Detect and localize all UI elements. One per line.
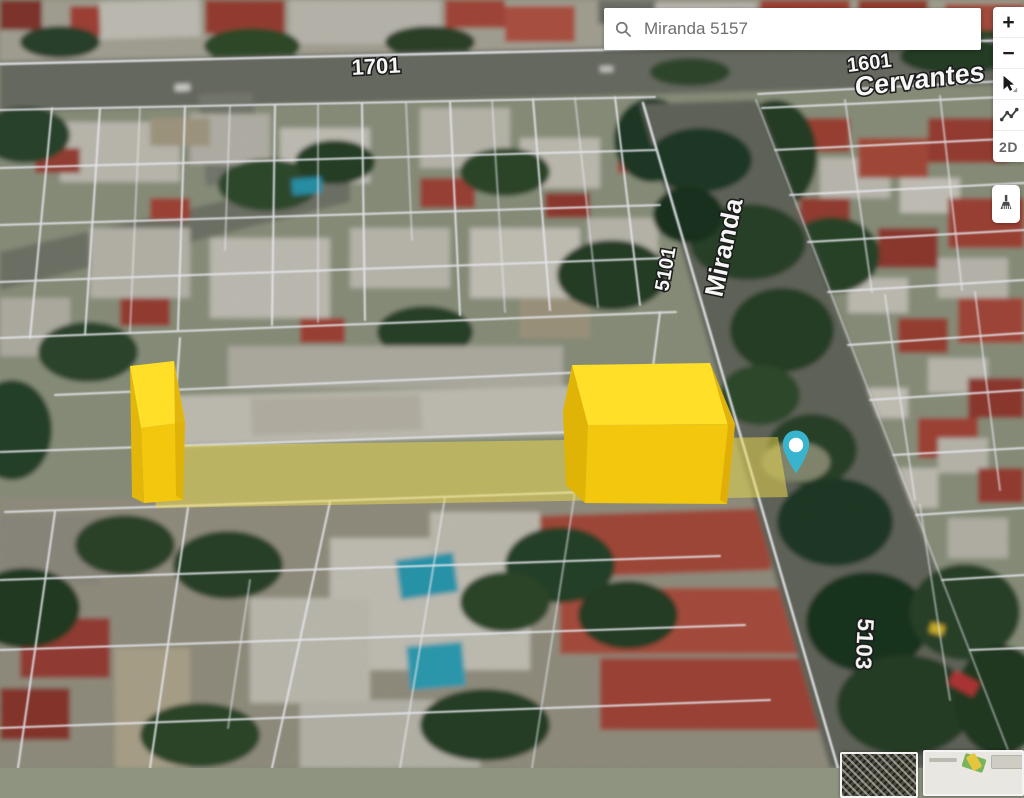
toggle-2d-label: 2D [999,139,1018,155]
streets-thumb-road [929,758,957,762]
basemap-thumbnail-streets[interactable] [923,750,1024,796]
zoom-out-button[interactable]: − [993,38,1024,69]
measure-tool-button[interactable] [993,100,1024,131]
search-box[interactable] [604,8,981,50]
polyline-measure-icon [999,105,1019,125]
zoom-in-button[interactable]: + [993,7,1024,38]
basemap-thumbnail-satellite[interactable] [840,752,918,798]
building-extrusion-left[interactable] [130,361,185,503]
cursor-pointer-icon [999,74,1019,94]
map-toolbar: + − 2D [993,7,1024,162]
broom-brush-icon [996,193,1016,215]
street-label-1701: 1701 [351,52,401,80]
select-tool-button[interactable] [993,69,1024,100]
clear-tool-button[interactable] [992,185,1020,223]
building-extrusion-right[interactable] [563,363,735,504]
toggle-2d-button[interactable]: 2D [993,131,1024,162]
streets-thumb-block [991,755,1023,769]
street-label-5103: 5103 [850,618,879,670]
map-canvas[interactable]: 1701 1601 Cervantes 5101 Miranda 5103 [0,0,1024,768]
search-icon [614,20,633,39]
search-input[interactable] [642,18,971,40]
map-3d-viewport[interactable]: 1701 1601 Cervantes 5101 Miranda 5103 [0,0,1024,768]
